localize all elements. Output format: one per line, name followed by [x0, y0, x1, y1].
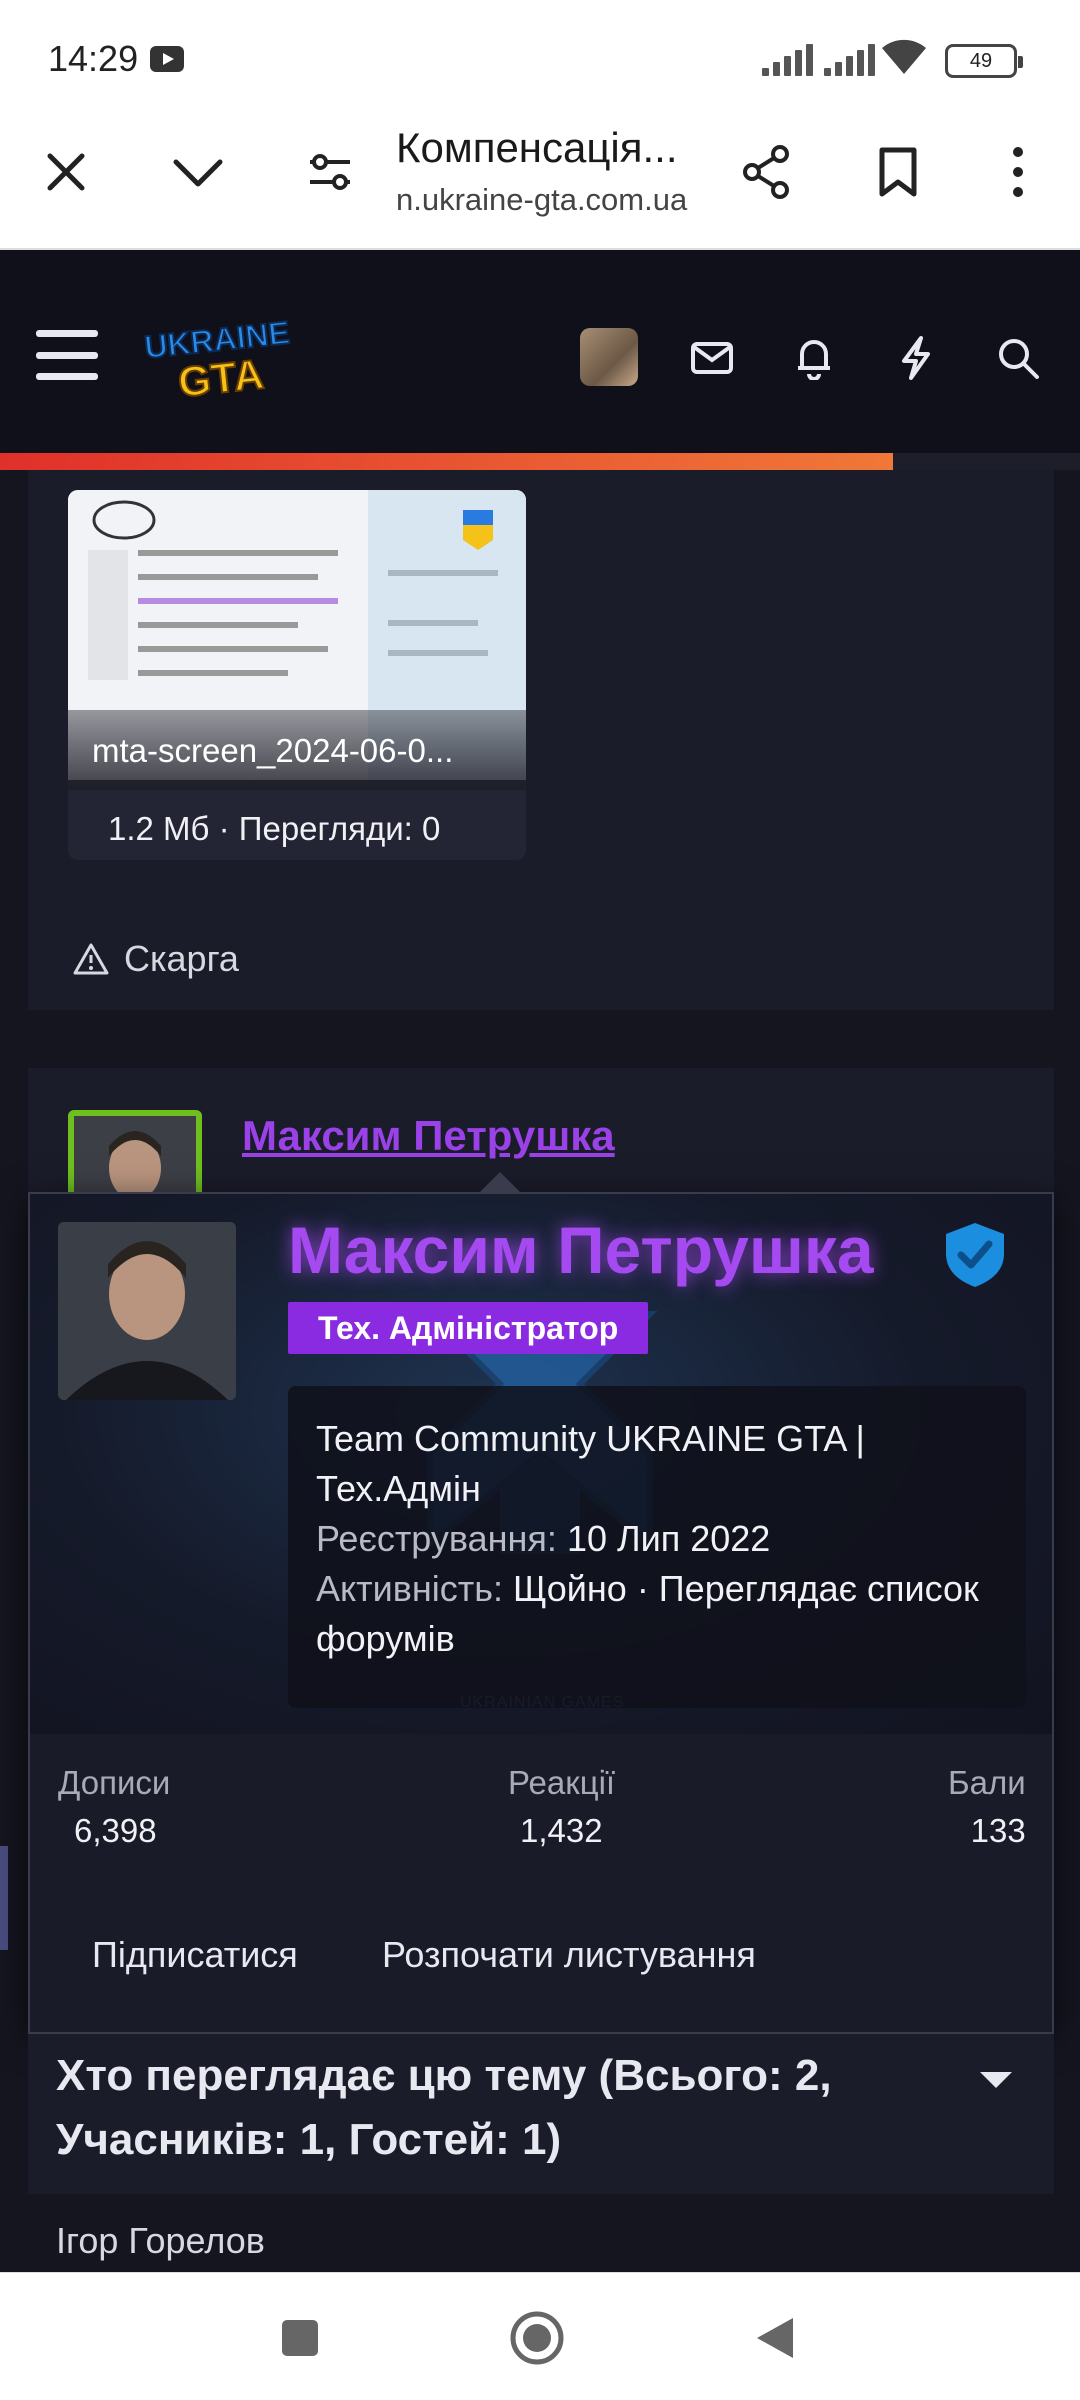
stat-posts[interactable]: Дописи 6,398 — [58, 1764, 170, 1850]
author-name-link[interactable]: Максим Петрушка — [242, 1112, 615, 1160]
youtube-icon — [150, 46, 184, 72]
status-time: 14:29 — [48, 38, 139, 79]
page-title[interactable]: Компенсація... — [396, 124, 706, 172]
stat-points-label: Бали — [948, 1764, 1026, 1801]
member-avatar[interactable] — [58, 1222, 236, 1400]
stat-reactions-value: 1,432 — [520, 1812, 603, 1849]
role-badge: Тех. Адміністратор — [288, 1302, 649, 1354]
bell-icon[interactable] — [784, 328, 844, 388]
battery-level: 49 — [969, 50, 993, 72]
chevron-down-icon[interactable] — [166, 140, 230, 204]
back-icon[interactable] — [740, 2303, 810, 2373]
stat-reactions-label: Реакції — [508, 1764, 616, 1801]
member-activity: Активність: Щойно · Переглядає список фо… — [316, 1564, 998, 1664]
scroll-edge-marker — [0, 1846, 8, 1950]
signal-icon — [762, 44, 814, 76]
read-progress-fill — [0, 453, 894, 470]
stat-reactions[interactable]: Реакції 1,432 — [508, 1764, 615, 1850]
wifi-icon — [882, 39, 926, 74]
share-icon[interactable] — [734, 140, 798, 204]
menu-icon[interactable] — [36, 330, 98, 380]
logo-text-gta: GTA — [176, 350, 266, 402]
registered-value: 10 Лип 2022 — [566, 1518, 771, 1559]
post-body: mta-screen_2024-06-0... 1.2 Мб · Перегля… — [28, 470, 1054, 1010]
stat-posts-label: Дописи — [58, 1764, 171, 1801]
avatar[interactable] — [580, 328, 638, 386]
report-label: Скарга — [124, 938, 239, 979]
member-name[interactable]: Максим Петрушка — [288, 1212, 874, 1288]
bookmark-icon[interactable] — [866, 140, 930, 204]
member-info-box: Team Community UKRAINE GTA | Тех.Адмін Р… — [288, 1386, 1026, 1708]
home-icon[interactable] — [502, 2303, 572, 2373]
browser-toolbar: Компенсація... n.ukraine-gta.com.ua — [0, 100, 1080, 250]
registered-label: Реєстрування: — [316, 1518, 557, 1559]
report-button[interactable]: Скарга — [72, 938, 239, 980]
viewers-section-header[interactable]: Хто переглядає цю тему (Всього: 2, Учасн… — [28, 2034, 1054, 2194]
close-icon[interactable] — [34, 140, 98, 204]
recents-icon[interactable] — [265, 2303, 335, 2373]
status-bar: 14:29 49 — [0, 0, 1080, 100]
bolt-icon[interactable] — [886, 328, 946, 388]
member-team-line: Team Community UKRAINE GTA | Тех.Адмін — [316, 1418, 865, 1509]
site-header: UKRAINE GTA — [0, 250, 1080, 470]
chevron-down-icon[interactable] — [980, 2072, 1012, 2088]
activity-label: Активність: — [316, 1568, 504, 1609]
attachment-filename[interactable]: mta-screen_2024-06-0... — [68, 710, 526, 790]
mail-icon[interactable] — [682, 328, 742, 388]
attachment-card[interactable]: mta-screen_2024-06-0... 1.2 Мб · Перегля… — [68, 490, 526, 860]
warning-icon — [73, 943, 109, 975]
page-url[interactable]: n.ukraine-gta.com.ua — [396, 182, 687, 218]
viewers-title: Хто переглядає цю тему (Всього: 2, Учасн… — [56, 2051, 832, 2164]
follow-button[interactable]: Підписатися — [92, 1934, 298, 1976]
viewer-member-link[interactable]: Ігор Горелов — [56, 2220, 265, 2262]
member-tooltip-card: UKRAINIAN GAMES Максим Петрушка Тех. Адм… — [28, 1172, 1054, 2034]
search-icon[interactable] — [988, 328, 1048, 388]
stat-points-value: 133 — [970, 1812, 1026, 1849]
more-vert-icon[interactable] — [986, 140, 1050, 204]
read-progress-bar — [0, 453, 1080, 470]
system-nav-bar — [0, 2272, 1080, 2400]
tune-icon[interactable] — [298, 140, 362, 204]
member-registered: Реєстрування: 10 Лип 2022 — [316, 1514, 998, 1564]
verified-shield-icon — [946, 1223, 1004, 1287]
battery-icon: 49 — [945, 44, 1023, 78]
stat-points[interactable]: Бали 133 — [948, 1764, 1026, 1850]
attachment-meta: 1.2 Мб · Перегляди: 0 — [108, 810, 441, 847]
start-conversation-button[interactable]: Розпочати листування — [382, 1934, 756, 1976]
tooltip-arrow — [478, 1172, 522, 1194]
site-logo[interactable]: UKRAINE GTA — [140, 312, 310, 402]
stat-posts-value: 6,398 — [74, 1812, 157, 1849]
signal-icon — [824, 44, 876, 76]
